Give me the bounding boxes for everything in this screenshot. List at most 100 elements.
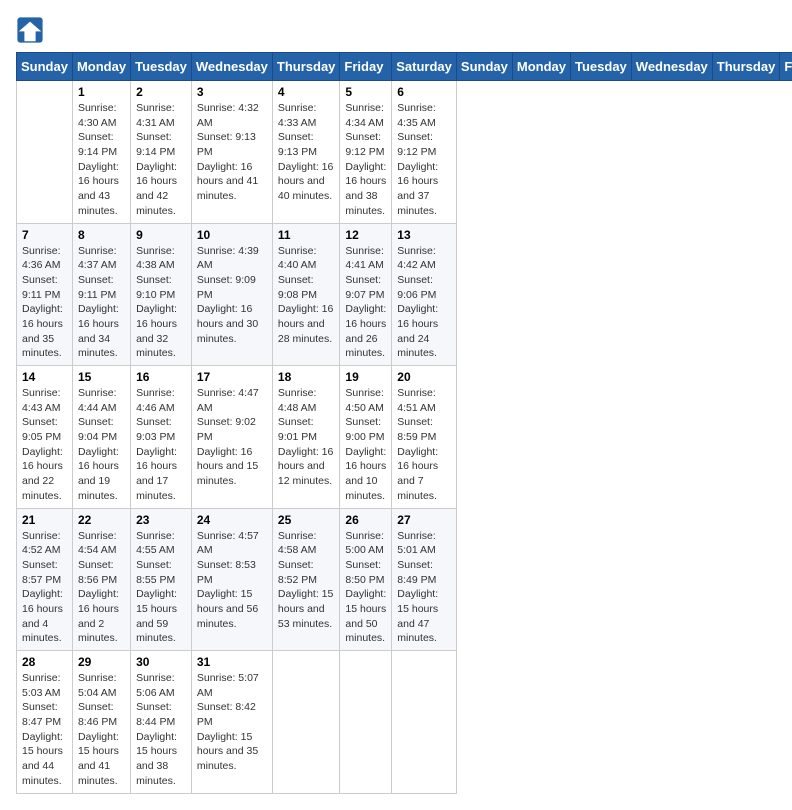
day-cell: 12 Sunrise: 4:41 AM Sunset: 9:07 PM Dayli… <box>340 223 392 366</box>
day-number: 13 <box>397 228 451 242</box>
day-cell: 24 Sunrise: 4:57 AM Sunset: 8:53 PM Dayli… <box>191 508 272 651</box>
day-cell: 5 Sunrise: 4:34 AM Sunset: 9:12 PM Daylig… <box>340 81 392 224</box>
day-number: 7 <box>22 228 67 242</box>
header-sunday: Sunday <box>17 53 73 81</box>
logo-icon <box>16 16 44 44</box>
day-cell <box>272 651 340 794</box>
day-number: 22 <box>78 513 125 527</box>
day-number: 16 <box>136 370 186 384</box>
day-cell: 7 Sunrise: 4:36 AM Sunset: 9:11 PM Daylig… <box>17 223 73 366</box>
day-info: Sunrise: 4:52 AM Sunset: 8:57 PM Dayligh… <box>22 529 67 647</box>
day-number: 9 <box>136 228 186 242</box>
day-cell: 6 Sunrise: 4:35 AM Sunset: 9:12 PM Daylig… <box>392 81 457 224</box>
day-cell: 11 Sunrise: 4:40 AM Sunset: 9:08 PM Dayli… <box>272 223 340 366</box>
header-wednesday: Wednesday <box>631 53 712 81</box>
header-thursday: Thursday <box>712 53 780 81</box>
day-cell <box>392 651 457 794</box>
day-cell: 31Sunrise: 5:07 AM Sunset: 8:42 PM Dayli… <box>191 651 272 794</box>
header-monday: Monday <box>512 53 570 81</box>
day-cell <box>340 651 392 794</box>
day-cell: 1Sunrise: 4:30 AM Sunset: 9:14 PM Daylig… <box>72 81 130 224</box>
day-cell: 17Sunrise: 4:47 AM Sunset: 9:02 PM Dayli… <box>191 366 272 509</box>
header-tuesday: Tuesday <box>131 53 192 81</box>
header-friday: Friday <box>340 53 392 81</box>
header-tuesday: Tuesday <box>571 53 632 81</box>
day-cell: 19 Sunrise: 4:50 AM Sunset: 9:00 PM Dayli… <box>340 366 392 509</box>
day-number: 20 <box>397 370 451 384</box>
day-info: Sunrise: 4:48 AM Sunset: 9:01 PM Dayligh… <box>278 386 335 489</box>
day-number: 27 <box>397 513 451 527</box>
day-cell: 23Sunrise: 4:55 AM Sunset: 8:55 PM Dayli… <box>131 508 192 651</box>
day-number: 15 <box>78 370 125 384</box>
day-number: 26 <box>345 513 386 527</box>
day-number: 23 <box>136 513 186 527</box>
day-cell: 25Sunrise: 4:58 AM Sunset: 8:52 PM Dayli… <box>272 508 340 651</box>
day-info: Sunrise: 4:41 AM Sunset: 9:07 PM Dayligh… <box>345 244 386 362</box>
day-cell: 8 Sunrise: 4:37 AM Sunset: 9:11 PM Daylig… <box>72 223 130 366</box>
week-row-4: 21Sunrise: 4:52 AM Sunset: 8:57 PM Dayli… <box>17 508 792 651</box>
day-number: 25 <box>278 513 335 527</box>
day-info: Sunrise: 4:34 AM Sunset: 9:12 PM Dayligh… <box>345 101 386 219</box>
day-cell: 29 Sunrise: 5:04 AM Sunset: 8:46 PM Dayli… <box>72 651 130 794</box>
day-number: 18 <box>278 370 335 384</box>
day-cell: 18 Sunrise: 4:48 AM Sunset: 9:01 PM Dayli… <box>272 366 340 509</box>
day-cell: 2 Sunrise: 4:31 AM Sunset: 9:14 PM Daylig… <box>131 81 192 224</box>
day-number: 2 <box>136 85 186 99</box>
day-info: Sunrise: 4:38 AM Sunset: 9:10 PM Dayligh… <box>136 244 186 362</box>
day-cell: 3Sunrise: 4:32 AM Sunset: 9:13 PM Daylig… <box>191 81 272 224</box>
day-cell: 20 Sunrise: 4:51 AM Sunset: 8:59 PM Dayli… <box>392 366 457 509</box>
day-cell: 26Sunrise: 5:00 AM Sunset: 8:50 PM Dayli… <box>340 508 392 651</box>
header-wednesday: Wednesday <box>191 53 272 81</box>
day-number: 30 <box>136 655 186 669</box>
day-number: 28 <box>22 655 67 669</box>
day-info: Sunrise: 5:06 AM Sunset: 8:44 PM Dayligh… <box>136 671 186 789</box>
day-number: 19 <box>345 370 386 384</box>
day-number: 3 <box>197 85 267 99</box>
day-number: 8 <box>78 228 125 242</box>
day-cell: 22Sunrise: 4:54 AM Sunset: 8:56 PM Dayli… <box>72 508 130 651</box>
day-info: Sunrise: 4:46 AM Sunset: 9:03 PM Dayligh… <box>136 386 186 504</box>
day-number: 6 <box>397 85 451 99</box>
day-info: Sunrise: 4:43 AM Sunset: 9:05 PM Dayligh… <box>22 386 67 504</box>
day-cell: 10Sunrise: 4:39 AM Sunset: 9:09 PM Dayli… <box>191 223 272 366</box>
day-info: Sunrise: 4:42 AM Sunset: 9:06 PM Dayligh… <box>397 244 451 362</box>
day-number: 12 <box>345 228 386 242</box>
day-cell: 21Sunrise: 4:52 AM Sunset: 8:57 PM Dayli… <box>17 508 73 651</box>
day-info: Sunrise: 5:03 AM Sunset: 8:47 PM Dayligh… <box>22 671 67 789</box>
day-cell: 9 Sunrise: 4:38 AM Sunset: 9:10 PM Daylig… <box>131 223 192 366</box>
day-info: Sunrise: 4:40 AM Sunset: 9:08 PM Dayligh… <box>278 244 335 347</box>
day-number: 4 <box>278 85 335 99</box>
day-info: Sunrise: 4:30 AM Sunset: 9:14 PM Dayligh… <box>78 101 125 219</box>
week-row-5: 28 Sunrise: 5:03 AM Sunset: 8:47 PM Dayli… <box>17 651 792 794</box>
day-info: Sunrise: 4:35 AM Sunset: 9:12 PM Dayligh… <box>397 101 451 219</box>
day-info: Sunrise: 4:51 AM Sunset: 8:59 PM Dayligh… <box>397 386 451 504</box>
logo <box>16 16 48 44</box>
day-info: Sunrise: 4:57 AM Sunset: 8:53 PM Dayligh… <box>197 529 267 632</box>
day-info: Sunrise: 4:33 AM Sunset: 9:13 PM Dayligh… <box>278 101 335 204</box>
day-cell: 28 Sunrise: 5:03 AM Sunset: 8:47 PM Dayli… <box>17 651 73 794</box>
header-friday: Friday <box>780 53 792 81</box>
calendar-header-row: SundayMondayTuesdayWednesdayThursdayFrid… <box>17 53 792 81</box>
calendar-table: SundayMondayTuesdayWednesdayThursdayFrid… <box>16 52 792 794</box>
day-number: 11 <box>278 228 335 242</box>
day-number: 10 <box>197 228 267 242</box>
day-info: Sunrise: 4:50 AM Sunset: 9:00 PM Dayligh… <box>345 386 386 504</box>
header-thursday: Thursday <box>272 53 340 81</box>
day-info: Sunrise: 5:07 AM Sunset: 8:42 PM Dayligh… <box>197 671 267 774</box>
day-cell: 16 Sunrise: 4:46 AM Sunset: 9:03 PM Dayli… <box>131 366 192 509</box>
week-row-2: 7 Sunrise: 4:36 AM Sunset: 9:11 PM Daylig… <box>17 223 792 366</box>
day-number: 29 <box>78 655 125 669</box>
day-cell: 13 Sunrise: 4:42 AM Sunset: 9:06 PM Dayli… <box>392 223 457 366</box>
day-info: Sunrise: 5:04 AM Sunset: 8:46 PM Dayligh… <box>78 671 125 789</box>
day-cell: 15 Sunrise: 4:44 AM Sunset: 9:04 PM Dayli… <box>72 366 130 509</box>
day-info: Sunrise: 4:37 AM Sunset: 9:11 PM Dayligh… <box>78 244 125 362</box>
day-info: Sunrise: 4:44 AM Sunset: 9:04 PM Dayligh… <box>78 386 125 504</box>
day-number: 5 <box>345 85 386 99</box>
page-header <box>16 16 776 44</box>
day-info: Sunrise: 4:36 AM Sunset: 9:11 PM Dayligh… <box>22 244 67 362</box>
day-info: Sunrise: 4:31 AM Sunset: 9:14 PM Dayligh… <box>136 101 186 219</box>
day-number: 24 <box>197 513 267 527</box>
day-info: Sunrise: 4:47 AM Sunset: 9:02 PM Dayligh… <box>197 386 267 489</box>
header-saturday: Saturday <box>392 53 457 81</box>
header-monday: Monday <box>72 53 130 81</box>
